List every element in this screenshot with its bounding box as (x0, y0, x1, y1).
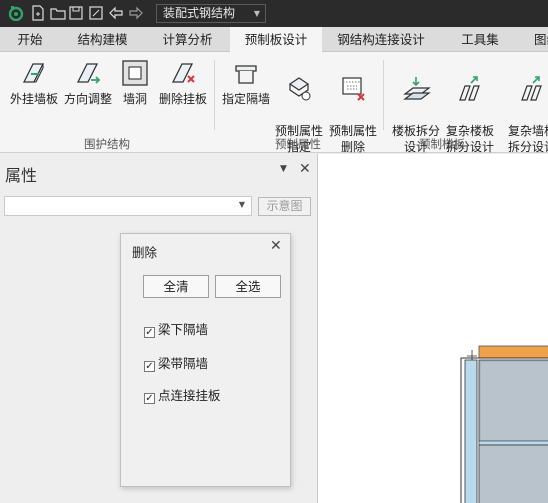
button-label: 指定隔墙 (221, 92, 270, 106)
external-wall-panel-button[interactable]: 外挂墙板 (6, 58, 62, 107)
button-label: 删除挂板 (158, 92, 207, 106)
button-label: 外挂墙板 (9, 92, 58, 106)
panel-face (481, 362, 548, 440)
complex-slab-icon (459, 76, 480, 101)
checkbox-checked-icon[interactable]: ✓ (144, 361, 155, 372)
group-label-precast-attribute: 预制属性 (275, 137, 321, 151)
open-folder-icon[interactable] (50, 5, 66, 21)
slab-split-icon (403, 77, 431, 100)
app-logo-icon[interactable] (8, 5, 24, 21)
chevron-down-icon: ▼ (253, 9, 260, 18)
delete-panel-icon (171, 63, 195, 83)
option-beam-under-partition[interactable]: ✓ 梁下隔墙 (144, 319, 208, 338)
complex-wall-icon (521, 76, 542, 101)
new-file-icon[interactable] (30, 5, 46, 21)
dialog-title: 删除 (132, 245, 158, 260)
ribbon-panel: 外挂墙板 方向调整 墙洞 删除挂板 围护结构 指定隔墙 预制属性 指定 预制属性… (0, 52, 548, 155)
option-label: 点连接挂板 (158, 388, 221, 403)
building-model-view (460, 345, 548, 503)
select-all-button[interactable]: 全选 (215, 275, 281, 298)
title-bar: 装配式钢结构 ▼ (0, 0, 548, 27)
save-as-icon[interactable] (88, 5, 104, 21)
delete-panel-button[interactable]: 删除挂板 (155, 58, 211, 107)
wall-opening-icon (122, 60, 148, 86)
direction-adjust-button[interactable]: 方向调整 (62, 58, 114, 107)
column (464, 359, 478, 503)
panel-close-icon[interactable]: ✕ (299, 161, 311, 177)
group-label-envelope: 围护结构 (84, 137, 130, 151)
option-point-connection-panel[interactable]: ✓ 点连接挂板 (144, 385, 221, 404)
precast-attribute-icon (288, 77, 311, 101)
ribbon-tab-bar: 开始 结构建模 计算分析 预制板设计 钢结构连接设计 工具集 图纸 (0, 27, 548, 53)
checkbox-checked-icon[interactable]: ✓ (144, 327, 155, 338)
direction-adjust-icon (76, 63, 101, 84)
delete-attribute-icon (342, 77, 365, 101)
group-label-precast-slab: 预制楼板 (419, 137, 465, 151)
tab-drawings[interactable]: 图纸 (520, 27, 548, 52)
button-label: 墙洞 (122, 92, 147, 106)
assign-partition-button[interactable]: 指定隔墙 (219, 58, 273, 107)
wall-panel-icon (22, 63, 45, 83)
undo-icon[interactable] (108, 5, 124, 21)
button-label: 复杂墙板 拆分设计 (507, 124, 548, 154)
option-label: 梁带隔墙 (158, 356, 209, 371)
chevron-down-icon: ▼ (238, 200, 245, 209)
option-beam-with-partition[interactable]: ✓ 梁带隔墙 (144, 353, 208, 372)
tab-start[interactable]: 开始 (0, 27, 60, 52)
project-type-value: 装配式钢结构 (163, 6, 236, 20)
tab-structure-modeling[interactable]: 结构建模 (60, 27, 145, 52)
save-icon[interactable] (68, 5, 84, 21)
wall-opening-button[interactable]: 墙洞 (118, 58, 152, 107)
partition-wall-icon (235, 65, 257, 84)
button-label: 方向调整 (63, 92, 112, 106)
group-separator (383, 60, 384, 130)
roof-beam (478, 345, 548, 359)
properties-combo[interactable]: ▼ (4, 196, 252, 216)
complex-wall-split-button[interactable]: 复杂墙板 拆分设计 (505, 58, 548, 155)
project-type-select[interactable]: 装配式钢结构 ▼ (156, 4, 266, 23)
floor-beam (478, 440, 548, 446)
option-label: 梁下隔墙 (158, 322, 209, 337)
delete-dialog: 删除 ✕ 全清 全选 ✓ 梁下隔墙 ✓ 梁带隔墙 ✓ 点连接挂板 (120, 233, 291, 487)
panel-menu-dropdown-icon[interactable]: ▼ (280, 164, 287, 174)
wall-panel-lower (478, 444, 548, 503)
tab-steel-connection-design[interactable]: 钢结构连接设计 (322, 27, 440, 52)
model-viewport[interactable] (318, 154, 548, 503)
dialog-close-icon[interactable]: ✕ (270, 238, 282, 254)
redo-icon[interactable] (128, 5, 144, 21)
tab-toolset[interactable]: 工具集 (440, 27, 520, 52)
group-separator (214, 60, 215, 130)
tab-precast-slab-design[interactable]: 预制板设计 (230, 27, 322, 53)
schematic-button[interactable]: 示意图 (258, 197, 311, 216)
tab-analysis[interactable]: 计算分析 (145, 27, 230, 52)
panel-title: 属性 (5, 166, 38, 185)
clear-all-button[interactable]: 全清 (143, 275, 209, 298)
checkbox-checked-icon[interactable]: ✓ (144, 393, 155, 404)
